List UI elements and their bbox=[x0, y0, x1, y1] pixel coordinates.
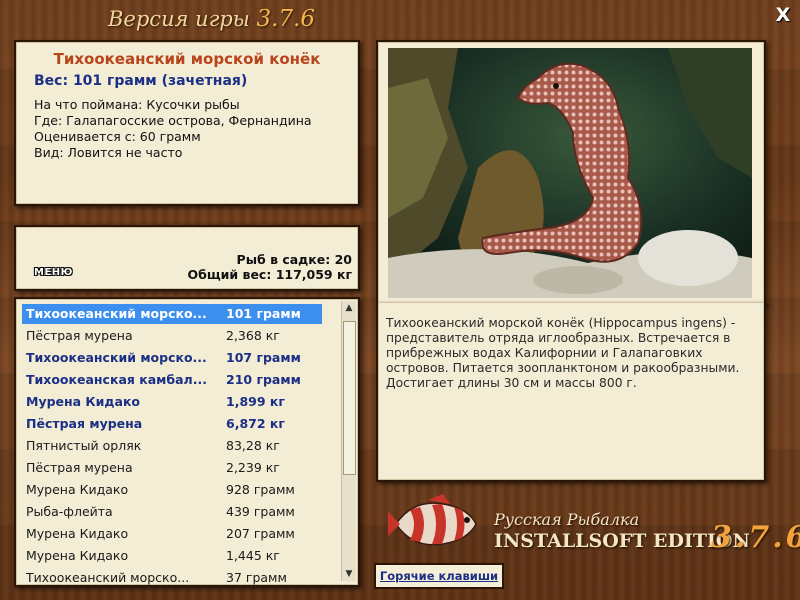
catch-fish-name: Тихоокеанский морско... bbox=[26, 570, 190, 585]
catch-fish-name: Мурена Кидако bbox=[26, 526, 129, 541]
catch-list-row[interactable]: Пёстрая мурена 6,872 кг bbox=[22, 414, 322, 434]
catch-list-row[interactable]: Тихоокеанская камбал... 210 грамм bbox=[22, 370, 322, 390]
catch-fish-weight: 101 грамм bbox=[226, 306, 301, 321]
fish-weight: Вес: 101 грамм (зачетная) bbox=[34, 73, 248, 89]
catch-fish-name: Пёстрая мурена bbox=[26, 460, 133, 475]
fish-description: Тихоокеанский морской конёк (Hippocampus… bbox=[386, 316, 740, 390]
cage-panel: Рыб в садке: 20 Общий вес: 117,059 кг bbox=[14, 225, 360, 291]
seahorse-image bbox=[388, 48, 752, 298]
catch-fish-weight: 83,28 кг bbox=[226, 438, 280, 453]
catch-fish-name: Мурена Кидако bbox=[26, 394, 141, 409]
catch-fish-name: Мурена Кидако bbox=[26, 482, 129, 497]
catch-list-row[interactable]: Мурена Кидако 207 грамм bbox=[22, 524, 322, 544]
catch-fish-weight: 928 грамм bbox=[226, 482, 295, 497]
list-scrollbar[interactable]: ▲ ▼ bbox=[341, 301, 356, 581]
close-icon: X bbox=[775, 4, 791, 26]
catch-fish-weight: 439 грамм bbox=[226, 504, 295, 519]
catch-fish-weight: 2,368 кг bbox=[226, 328, 280, 343]
catch-fish-weight: 37 грамм bbox=[226, 570, 287, 585]
catch-fish-name: Пятнистый орляк bbox=[26, 438, 142, 453]
catch-fish-weight: 207 грамм bbox=[226, 526, 295, 541]
close-button[interactable]: X bbox=[772, 4, 794, 26]
catch-list: Тихоокеанский морско... 101 грамм Пёстрая … bbox=[14, 297, 360, 587]
catch-list-row[interactable]: Пёстрая мурена 2,368 кг bbox=[22, 326, 322, 346]
catch-list-row[interactable]: Мурена Кидако 928 грамм bbox=[22, 480, 322, 500]
version-number: 3.7.6 bbox=[256, 6, 316, 32]
fish-description-panel: Тихоокеанский морской конёк (Hippocampus… bbox=[376, 302, 766, 482]
brand-title: Русская Рыбалка bbox=[494, 510, 640, 529]
catch-list-row[interactable]: Мурена Кидако 1,445 кг bbox=[22, 546, 322, 566]
catch-fish-weight: 1,899 кг bbox=[226, 394, 285, 409]
catch-list-row[interactable]: Мурена Кидако 1,899 кг bbox=[22, 392, 322, 412]
bait-detail: На что поймана: Кусочки рыбы bbox=[34, 97, 240, 112]
catch-list-row[interactable]: Пёстрая мурена 2,239 кг bbox=[22, 458, 322, 478]
min-weight-detail: Оценивается с: 60 грамм bbox=[34, 129, 201, 144]
catch-list-row[interactable]: Пятнистый орляк 83,28 кг bbox=[22, 436, 322, 456]
cage-fish-count: Рыб в садке: 20 bbox=[236, 252, 352, 267]
rarity-detail: Вид: Ловится не часто bbox=[34, 145, 183, 160]
catch-fish-name: Мурена Кидако bbox=[26, 548, 129, 563]
catch-fish-weight: 1,445 кг bbox=[226, 548, 280, 563]
brand-version: 3.7.6 bbox=[711, 520, 800, 555]
fish-info-panel: Тихоокеанский морской конёк Вес: 101 гра… bbox=[14, 40, 360, 206]
scroll-up-icon[interactable]: ▲ bbox=[342, 301, 356, 315]
catch-fish-weight: 210 грамм bbox=[226, 372, 301, 387]
catch-fish-name: Пёстрая мурена bbox=[26, 328, 133, 343]
catch-fish-weight: 2,239 кг bbox=[226, 460, 280, 475]
cage-total-weight: Общий вес: 117,059 кг bbox=[187, 267, 353, 282]
catch-fish-name: Тихоокеанский морско... bbox=[26, 350, 207, 365]
catch-fish-weight: 6,872 кг bbox=[226, 416, 285, 431]
fish-photo bbox=[388, 48, 752, 298]
version-label: Версия игры bbox=[108, 7, 250, 31]
catch-list-row[interactable]: Тихоокеанский морско... 101 грамм bbox=[22, 304, 322, 324]
catch-fish-name: Рыба-флейта bbox=[26, 504, 113, 519]
fish-logo-icon bbox=[388, 494, 477, 546]
scroll-thumb[interactable] bbox=[343, 321, 356, 475]
menu-button[interactable]: МЕНЮ bbox=[34, 267, 73, 278]
catch-fish-name: Тихоокеанская камбал... bbox=[26, 372, 207, 387]
scroll-down-icon[interactable]: ▼ bbox=[342, 567, 356, 581]
fish-name: Тихоокеанский морской конёк bbox=[53, 50, 321, 68]
catch-list-row[interactable]: Рыба-флейта 439 грамм bbox=[22, 502, 322, 522]
hotkeys-button[interactable]: Горячие клавиши bbox=[374, 563, 504, 589]
catch-list-row[interactable]: Тихоокеанский морско... 107 грамм bbox=[22, 348, 322, 368]
catch-fish-weight: 107 грамм bbox=[226, 350, 301, 365]
catch-fish-name: Пёстрая мурена bbox=[26, 416, 143, 431]
game-version-title: Версия игры 3.7.6 bbox=[108, 6, 315, 32]
catch-list-row[interactable]: Тихоокеанский морско... 37 грамм bbox=[22, 568, 322, 585]
location-detail: Где: Галапагосские острова, Фернандина bbox=[34, 113, 312, 128]
catch-fish-name: Тихоокеанский морско... bbox=[26, 306, 207, 321]
fish-photo-frame bbox=[376, 40, 766, 306]
